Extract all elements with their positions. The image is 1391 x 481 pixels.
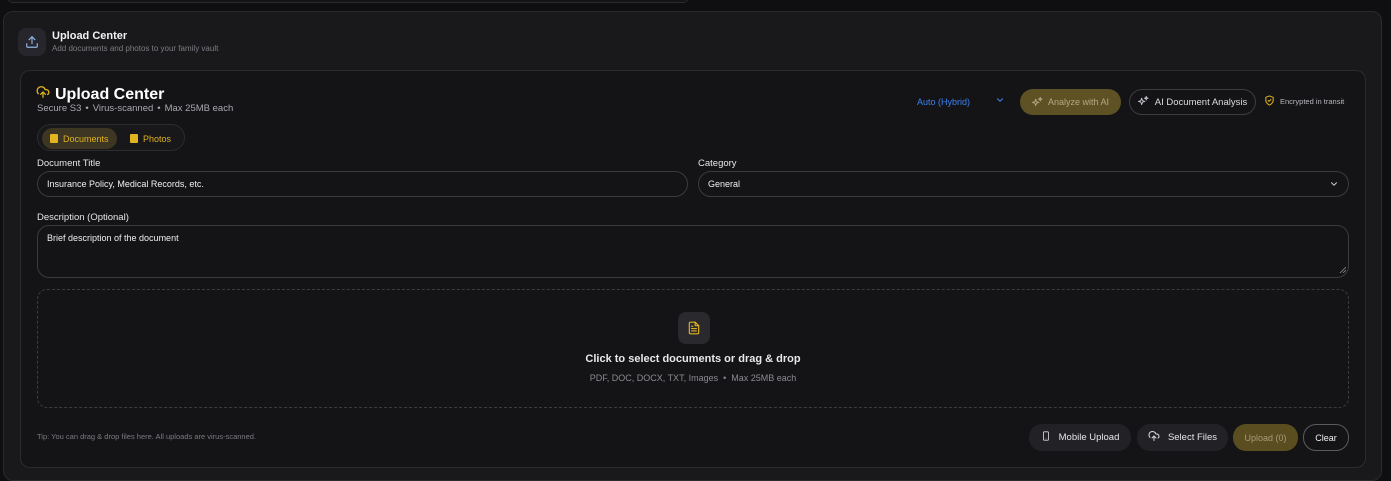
upload-tip: Tip: You can drag & drop files here. All… xyxy=(37,432,257,441)
meta-separator: • xyxy=(157,103,161,114)
document-icon xyxy=(50,134,58,143)
chevron-down-icon xyxy=(995,95,1005,107)
card-title: Upload Center xyxy=(55,85,165,103)
resize-handle-icon[interactable] xyxy=(1339,265,1347,275)
analysis-mode-select[interactable]: Auto (Hybrid) xyxy=(911,90,1011,113)
mode-value: Auto (Hybrid) xyxy=(917,96,971,107)
tab-photos[interactable]: Photos xyxy=(122,128,179,149)
document-title-input[interactable]: Insurance Policy, Medical Records, etc. xyxy=(37,171,688,197)
select-files-label: Select Files xyxy=(1167,432,1218,443)
ai-document-analysis-button[interactable]: AI Document Analysis xyxy=(1129,89,1256,115)
dropzone-formats: PDF, DOC, DOCX, TXT, Images • Max 25MB eac… xyxy=(38,373,1348,383)
description-label: Description (Optional) xyxy=(37,212,129,223)
document-title-label: Document Title xyxy=(37,158,101,169)
category-label: Category xyxy=(698,158,737,169)
chevron-down-icon xyxy=(1329,179,1339,191)
meta-size: Max 25MB each xyxy=(164,103,234,114)
tab-documents-label: Documents xyxy=(63,133,109,144)
upload-label: Upload (0) xyxy=(1244,432,1287,443)
description-placeholder: Brief description of the document xyxy=(47,233,179,243)
category-value: General xyxy=(708,179,741,189)
encryption-status: Encrypted in transit xyxy=(1264,95,1344,108)
clear-button[interactable]: Clear xyxy=(1303,424,1349,451)
previous-panel-edge xyxy=(8,0,688,3)
upload-button[interactable]: Upload (0) xyxy=(1233,424,1298,451)
encrypted-label: Encrypted in transit xyxy=(1280,97,1345,106)
select-files-button[interactable]: Select Files xyxy=(1137,424,1228,451)
mobile-upload-label: Mobile Upload xyxy=(1058,432,1120,443)
upload-type-tabs: Documents Photos xyxy=(37,124,185,151)
smartphone-icon xyxy=(1041,430,1051,445)
meta-storage: Secure S3 xyxy=(37,103,82,114)
dropzone-max-size: Max 25MB each xyxy=(731,373,797,383)
card-heading: Upload Center xyxy=(36,85,164,104)
tab-photos-label: Photos xyxy=(143,133,172,144)
section-subtitle: Add documents and photos to your family … xyxy=(52,44,219,53)
cloud-upload-icon xyxy=(1148,430,1160,445)
analyze-label: Analyze with AI xyxy=(1047,97,1110,107)
meta-separator: • xyxy=(723,373,727,383)
doc-analysis-label: AI Document Analysis xyxy=(1154,96,1248,108)
cloud-upload-icon xyxy=(36,85,50,104)
image-icon xyxy=(130,134,138,143)
document-title-placeholder: Insurance Policy, Medical Records, etc. xyxy=(47,179,204,189)
mobile-upload-button[interactable]: Mobile Upload xyxy=(1029,424,1131,451)
dropzone-instruction: Click to select documents or drag & drop xyxy=(585,353,801,365)
file-text-icon xyxy=(678,312,710,344)
description-textarea[interactable]: Brief description of the document xyxy=(37,225,1349,278)
upload-icon xyxy=(18,28,46,56)
sparkles-icon xyxy=(1137,95,1149,109)
category-select[interactable]: General xyxy=(698,171,1349,197)
clear-label: Clear xyxy=(1315,432,1337,443)
tab-documents[interactable]: Documents xyxy=(42,128,117,149)
shield-check-icon xyxy=(1264,95,1275,108)
sparkles-icon xyxy=(1031,96,1043,109)
file-dropzone[interactable]: Click to select documents or drag & drop… xyxy=(37,289,1349,408)
card-meta: Secure S3 • Virus-scanned • Max 25MB each xyxy=(37,103,233,114)
analyze-with-ai-button[interactable]: Analyze with AI xyxy=(1020,89,1121,115)
meta-scan: Virus-scanned xyxy=(92,103,154,114)
dropzone-file-types: PDF, DOC, DOCX, TXT, Images xyxy=(589,373,719,383)
meta-separator: • xyxy=(85,103,89,114)
section-title: Upload Center xyxy=(52,30,128,42)
